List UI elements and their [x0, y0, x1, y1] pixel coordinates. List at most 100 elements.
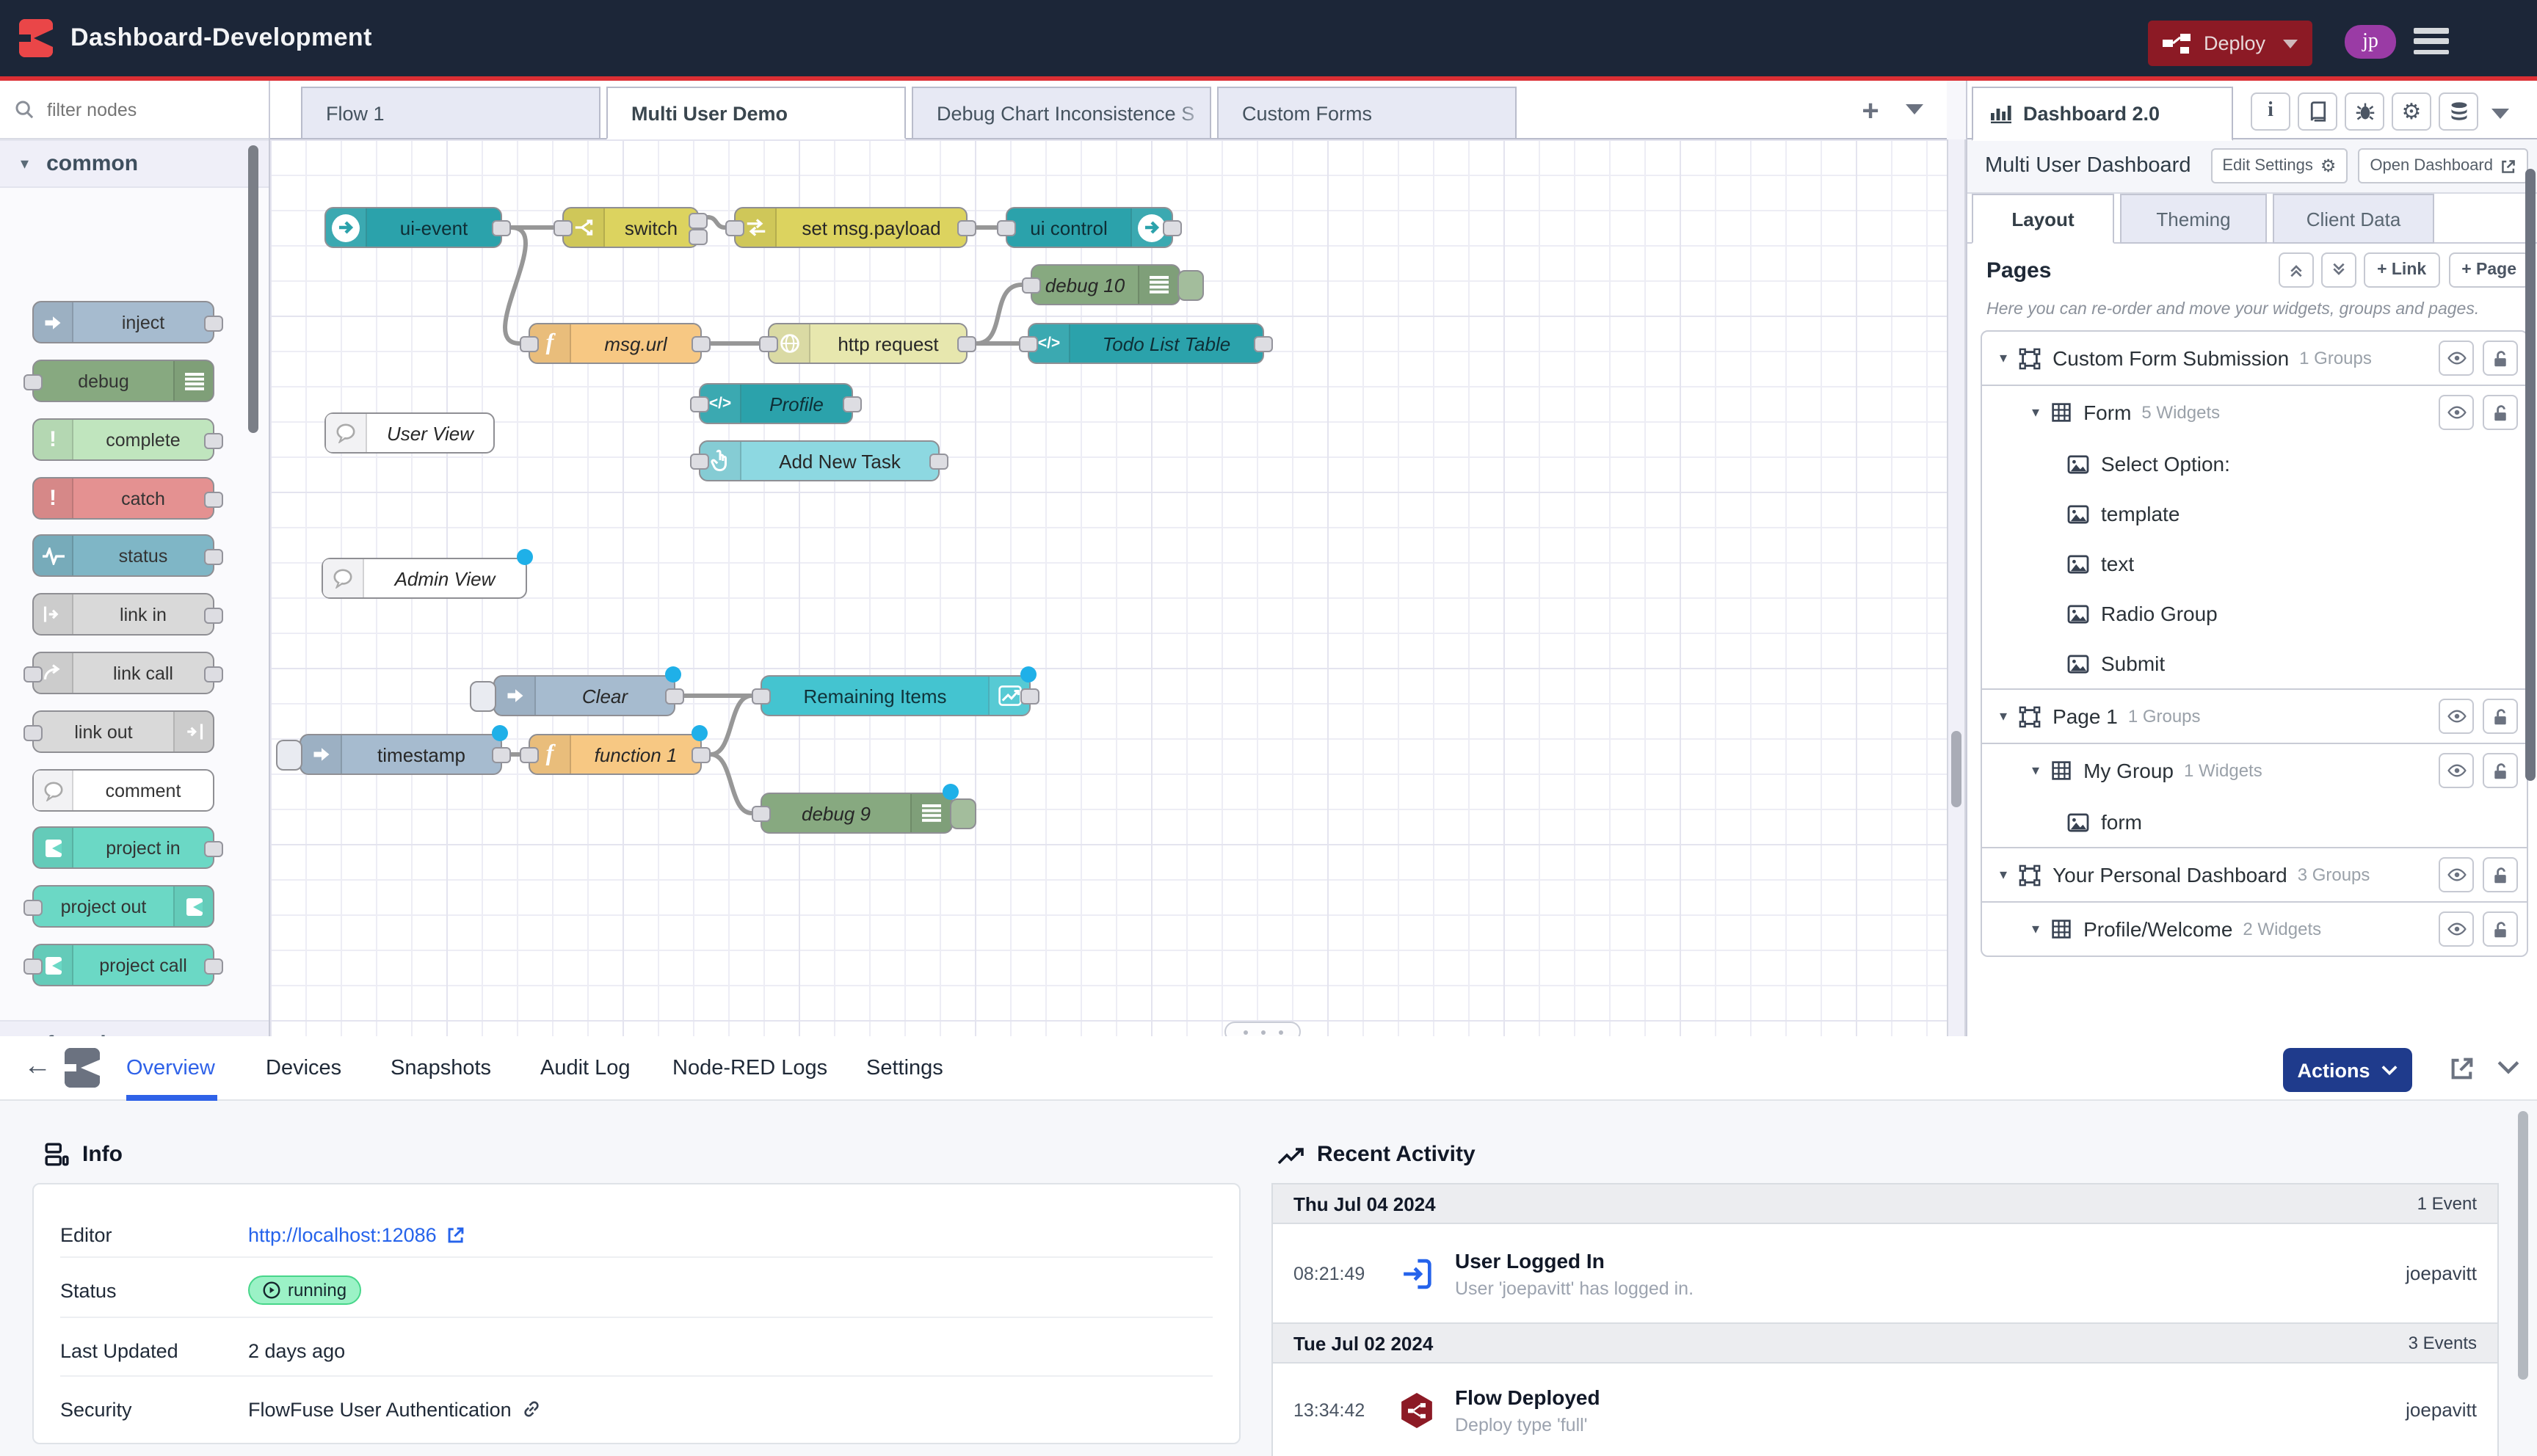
open-editor-icon[interactable]: [2449, 1055, 2475, 1082]
output-port[interactable]: [204, 608, 223, 624]
flow-node-clear-inject[interactable]: Clear: [493, 675, 675, 716]
sidebar-tab-dashboard[interactable]: Dashboard 2.0: [1972, 87, 2233, 141]
canvas-scrollbar-track[interactable]: [1947, 139, 1966, 1036]
flow-node-remaining-items-chart[interactable]: Remaining Items: [761, 675, 1031, 716]
palette-category-function[interactable]: ▾ function: [0, 1020, 270, 1036]
input-port[interactable]: [1019, 336, 1038, 352]
output-port-1[interactable]: [689, 213, 708, 229]
panel-drag-handle[interactable]: [1224, 1022, 1301, 1036]
input-port[interactable]: [690, 396, 709, 412]
add-page-button[interactable]: + Page: [2448, 252, 2530, 288]
eye-icon[interactable]: [2439, 911, 2474, 947]
eye-icon[interactable]: [2439, 341, 2474, 376]
tree-widget-select-option[interactable]: Select Option:: [1982, 439, 2527, 489]
chevron-down-icon[interactable]: ▾: [2000, 350, 2007, 366]
unlock-icon[interactable]: [2483, 395, 2518, 430]
editor-link[interactable]: http://localhost:12086: [248, 1223, 437, 1245]
palette-category-common[interactable]: ▾ common: [0, 139, 270, 188]
palette-node-project-in[interactable]: project in: [32, 826, 214, 869]
flow-node-ui-event[interactable]: ui-event: [324, 207, 502, 248]
tree-group-my-group[interactable]: ▾ My Group1 Widgets: [1982, 744, 2527, 797]
output-port-2[interactable]: [689, 229, 708, 245]
tab-overview[interactable]: Overview: [126, 1036, 215, 1101]
tree-page-your-personal-dashboard[interactable]: ▾ Your Personal Dashboard3 Groups: [1982, 848, 2527, 901]
palette-node-inject[interactable]: inject: [32, 301, 214, 343]
tree-widget-form[interactable]: form: [1982, 797, 2527, 847]
output-port[interactable]: [692, 336, 711, 352]
output-port[interactable]: [1020, 688, 1039, 705]
tab-audit-log[interactable]: Audit Log: [540, 1036, 631, 1101]
activity-event-user-logged-in[interactable]: 08:21:49 User Logged In User 'joepavitt'…: [1273, 1224, 2497, 1322]
tree-widget-radio-group[interactable]: Radio Group: [1982, 589, 2527, 638]
debug-toggle-button[interactable]: [1177, 270, 1204, 301]
output-port[interactable]: [843, 396, 862, 412]
tree-widget-text[interactable]: text: [1982, 539, 2527, 589]
eye-icon[interactable]: [2439, 395, 2474, 430]
output-port[interactable]: [692, 747, 711, 763]
palette-node-project-out[interactable]: project out: [32, 885, 214, 928]
unlock-icon[interactable]: [2483, 857, 2518, 892]
input-port[interactable]: [23, 666, 43, 682]
unlock-icon[interactable]: [2483, 753, 2518, 788]
palette-node-comment[interactable]: comment: [32, 769, 214, 812]
flow-node-msg-url[interactable]: f msg.url: [529, 323, 702, 364]
sidebar-menu-caret-icon[interactable]: [2491, 109, 2509, 119]
flow-tab-debug-chart[interactable]: Debug Chart Inconsistence S: [912, 87, 1211, 139]
expand-all-button[interactable]: [2321, 252, 2356, 288]
output-port[interactable]: [665, 688, 684, 705]
external-link-icon[interactable]: [447, 1225, 466, 1244]
flow-node-todo-list-table[interactable]: </> Todo List Table: [1028, 323, 1264, 364]
input-port[interactable]: [23, 374, 43, 390]
help-book-icon[interactable]: [2298, 92, 2337, 131]
avatar[interactable]: jp: [2345, 25, 2396, 59]
output-port[interactable]: [204, 316, 223, 332]
output-port[interactable]: [204, 666, 223, 682]
flow-tab-flow1[interactable]: Flow 1: [301, 87, 600, 139]
input-port[interactable]: [23, 958, 43, 975]
chevron-down-icon[interactable]: ▾: [2032, 404, 2039, 421]
input-port[interactable]: [554, 220, 573, 236]
inject-button[interactable]: [276, 740, 302, 771]
flow-node-debug10[interactable]: debug 10: [1031, 264, 1180, 305]
debug-toggle-button[interactable]: [950, 798, 976, 829]
tab-node-red-logs[interactable]: Node-RED Logs: [672, 1036, 827, 1101]
palette-node-complete[interactable]: ! complete: [32, 418, 214, 461]
flowfuse-logo-icon[interactable]: [19, 19, 53, 57]
chevron-down-icon[interactable]: ▾: [2032, 921, 2039, 937]
context-stack-icon[interactable]: [2439, 92, 2478, 131]
chevron-down-icon[interactable]: ▾: [2000, 867, 2007, 883]
edit-settings-button[interactable]: Edit Settings⚙: [2210, 148, 2348, 183]
output-port[interactable]: [957, 220, 976, 236]
flow-node-http-request[interactable]: http request: [768, 323, 968, 364]
flow-node-ui-control[interactable]: ui control: [1006, 207, 1173, 248]
tree-group-form[interactable]: ▾ Form5 Widgets: [1982, 386, 2527, 439]
flow-tab-custom-forms[interactable]: Custom Forms: [1217, 87, 1517, 139]
debug-bug-icon[interactable]: [2345, 92, 2384, 131]
input-port[interactable]: [690, 454, 709, 470]
tree-widget-template[interactable]: template: [1982, 489, 2527, 539]
flow-node-set-msg-payload[interactable]: set msg.payload: [734, 207, 968, 248]
palette-node-link-call[interactable]: link call: [32, 652, 214, 694]
input-port[interactable]: [520, 747, 539, 763]
tree-group-profile-welcome[interactable]: ▾ Profile/Welcome2 Widgets: [1982, 903, 2527, 956]
inject-button[interactable]: [470, 681, 496, 712]
flow-tab-list-caret-icon[interactable]: [1906, 104, 1923, 114]
unlock-icon[interactable]: [2483, 911, 2518, 947]
output-port[interactable]: [204, 433, 223, 449]
tab-settings[interactable]: Settings: [866, 1036, 943, 1101]
tab-layout[interactable]: Layout: [1972, 194, 2114, 244]
palette-node-link-in[interactable]: link in: [32, 593, 214, 636]
palette-node-project-call[interactable]: project call: [32, 944, 214, 986]
output-port[interactable]: [204, 841, 223, 857]
palette-node-status[interactable]: status: [32, 534, 214, 577]
tab-theming[interactable]: Theming: [2120, 194, 2267, 244]
output-port[interactable]: [492, 747, 511, 763]
palette-scrollbar[interactable]: [248, 145, 258, 433]
flow-node-switch[interactable]: switch: [562, 207, 699, 248]
output-port[interactable]: [1163, 220, 1182, 236]
flow-canvas[interactable]: ui-event switch set msg.payload: [270, 139, 1947, 1036]
eye-icon[interactable]: [2439, 857, 2474, 892]
flow-node-timestamp-inject[interactable]: timestamp: [300, 734, 502, 775]
input-port[interactable]: [23, 900, 43, 916]
tree-widget-submit[interactable]: Submit: [1982, 638, 2527, 688]
